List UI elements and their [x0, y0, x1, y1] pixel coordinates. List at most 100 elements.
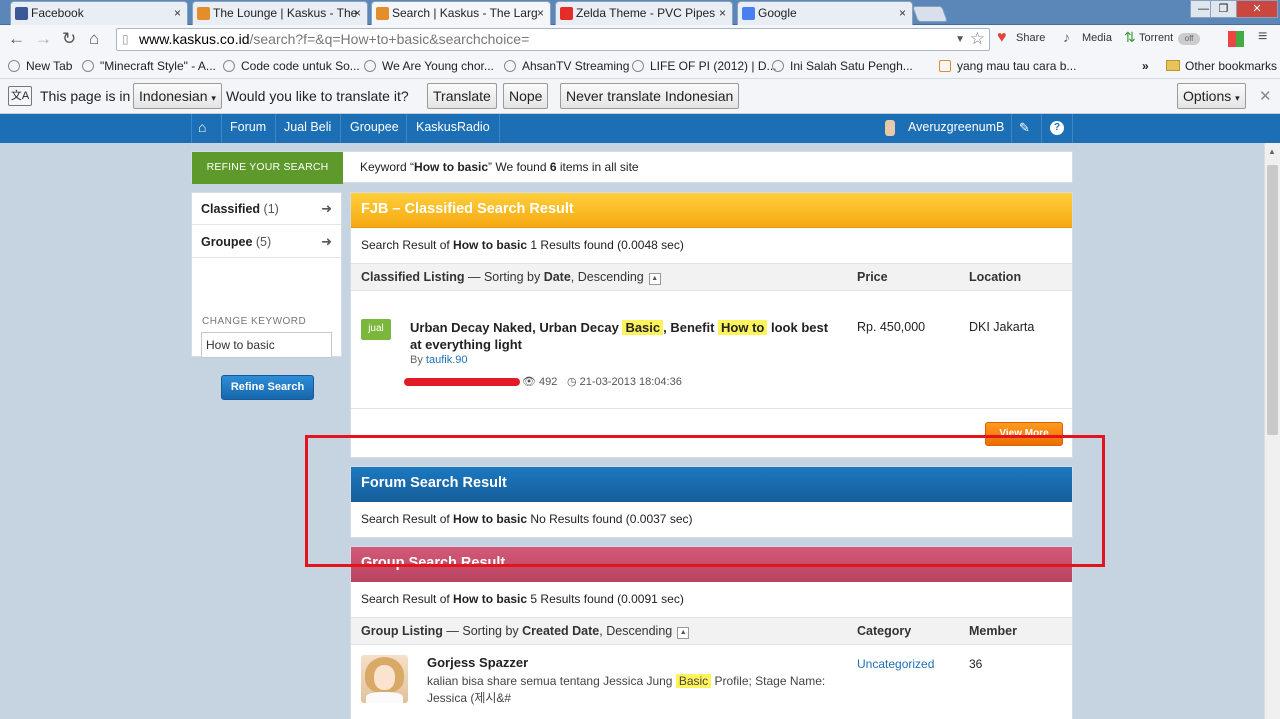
browser-toolbar: ← → ↻ ⌂ ▯ www.kaskus.co.id/search?f=&q=H…: [0, 25, 1280, 54]
maximize-button[interactable]: ❐: [1210, 0, 1237, 18]
group-item-description: kalian bisa share semua tentang Jessica …: [427, 674, 826, 705]
nav-forum[interactable]: Forum: [230, 120, 266, 134]
group-result-summary: Search Result of How to basic 5 Results …: [361, 592, 684, 606]
bookmark-item[interactable]: LIFE OF PI (2012) | D...: [632, 59, 777, 73]
bookmarks-overflow-button[interactable]: »: [1142, 59, 1149, 73]
clock-icon: ◷: [567, 376, 577, 388]
tab-title: Google: [758, 6, 797, 20]
torrent-button[interactable]: Torrent: [1139, 32, 1173, 44]
tab-the-lounge[interactable]: The Lounge | Kaskus - The ×: [192, 1, 368, 25]
view-more-button[interactable]: View More: [985, 422, 1063, 446]
tab-title: The Lounge | Kaskus - The: [213, 6, 358, 20]
close-icon[interactable]: ×: [537, 2, 544, 24]
item-author: By taufik.90: [410, 354, 468, 366]
torrent-icon[interactable]: ⇅: [1124, 29, 1136, 46]
keyword-input[interactable]: How to basic: [201, 332, 332, 358]
forum-result-summary: Search Result of How to basic No Results…: [361, 512, 693, 526]
group-panel: Group Search Result Search Result of How…: [350, 546, 1073, 719]
bookmark-item[interactable]: "Minecraft Style" - A...: [82, 59, 216, 73]
bookmark-item[interactable]: yang mau tau cara b...: [939, 59, 1076, 73]
col-location[interactable]: Location: [969, 264, 1021, 290]
url-path: /search?f=&q=How+to+basic&searchchoice=: [249, 31, 530, 47]
star-icon[interactable]: ☆: [970, 28, 985, 49]
chevron-down-icon: ▾: [1235, 93, 1240, 103]
tab-search[interactable]: Search | Kaskus - The Larg ×: [371, 1, 551, 26]
share-button[interactable]: Share: [1016, 32, 1045, 44]
bookmark-item[interactable]: We Are Young chor...: [364, 59, 494, 73]
forum-title: Forum Search Result: [351, 467, 1072, 502]
col-member[interactable]: Member: [969, 618, 1017, 644]
close-icon[interactable]: ×: [174, 2, 181, 24]
never-translate-button[interactable]: Never translate Indonesian: [560, 83, 740, 109]
group-item-category[interactable]: Uncategorized: [857, 657, 934, 671]
author-link[interactable]: taufik.90: [426, 354, 468, 366]
tab-title: Search | Kaskus - The Larg: [392, 6, 538, 20]
menu-icon[interactable]: ≡: [1258, 28, 1267, 46]
nav-groupee[interactable]: Groupee: [350, 120, 399, 134]
page-icon: [364, 60, 376, 72]
dropdown-icon[interactable]: ▼: [955, 29, 965, 50]
home-icon[interactable]: ⌂: [198, 119, 206, 135]
scroll-up-icon[interactable]: ▲: [1268, 147, 1276, 156]
back-icon[interactable]: ←: [8, 29, 25, 49]
scrollbar-thumb[interactable]: [1267, 165, 1278, 435]
bookmark-item[interactable]: Ini Salah Satu Pengh...: [772, 59, 913, 73]
home-icon[interactable]: ⌂: [89, 29, 99, 49]
tab-zelda[interactable]: Zelda Theme - PVC Pipes ×: [555, 1, 733, 25]
user-avatar[interactable]: [885, 120, 895, 136]
pencil-icon[interactable]: ✎: [1019, 120, 1030, 136]
close-window-button[interactable]: ✕: [1236, 0, 1278, 18]
close-icon[interactable]: ×: [719, 2, 726, 24]
filter-groupee[interactable]: Groupee (5) ➜: [192, 226, 341, 258]
fjb-result-summary: Search Result of How to basic 1 Results …: [361, 238, 684, 252]
page-icon: [82, 60, 94, 72]
sort-toggle-icon[interactable]: ▲: [677, 627, 690, 639]
page-icon: [504, 60, 516, 72]
bookmark-item[interactable]: Code code untuk So...: [223, 59, 360, 73]
nav-jual-beli[interactable]: Jual Beli: [284, 120, 331, 134]
classified-item-title[interactable]: Urban Decay Naked, Urban Decay Basic, Be…: [410, 319, 830, 353]
tab-google[interactable]: Google ×: [737, 1, 913, 25]
col-price[interactable]: Price: [857, 264, 888, 290]
refine-your-search-tab[interactable]: REFINE YOUR SEARCH: [192, 152, 343, 184]
bookmark-item[interactable]: AhsanTV Streaming: [504, 59, 629, 73]
page-scrollbar[interactable]: ▲: [1264, 143, 1280, 719]
language-select[interactable]: Indonesian ▾: [133, 83, 222, 109]
toggle-switch[interactable]: off: [1178, 33, 1200, 45]
translate-button[interactable]: Translate: [427, 83, 497, 109]
extension-icon[interactable]: [1228, 31, 1244, 47]
media-icon[interactable]: ♪: [1063, 29, 1070, 45]
close-icon[interactable]: ×: [899, 2, 906, 24]
refine-sidebar: Classified (1) ➜ Groupee (5) ➜ CHANGE KEYW…: [191, 192, 342, 400]
filter-classified[interactable]: Classified (1) ➜: [192, 193, 341, 225]
nav-kaskusradio[interactable]: KaskusRadio: [416, 120, 490, 134]
help-icon[interactable]: ?: [1050, 121, 1064, 135]
post-date: ◷ 21-03-2013 18:04:36: [567, 376, 682, 388]
keyword-summary: Keyword “How to basic” We found 6 items …: [360, 160, 639, 174]
forward-icon[interactable]: →: [35, 29, 52, 49]
folder-icon: [1166, 60, 1180, 71]
group-listing-header: Group Listing — Sorting by Created Date,…: [351, 617, 1072, 645]
other-bookmarks[interactable]: Other bookmarks: [1166, 59, 1277, 73]
close-icon[interactable]: ×: [354, 2, 361, 24]
options-button[interactable]: Options ▾: [1177, 83, 1246, 109]
bookmark-item[interactable]: New Tab: [8, 59, 72, 73]
reload-icon[interactable]: ↻: [62, 29, 76, 49]
translate-question: Would you like to translate it?: [226, 88, 409, 104]
group-avatar[interactable]: [361, 655, 408, 703]
close-icon[interactable]: ✕: [1259, 87, 1272, 105]
tab-facebook[interactable]: Facebook ×: [10, 1, 188, 25]
tab-title: Zelda Theme - PVC Pipes: [576, 6, 716, 20]
media-button[interactable]: Media: [1082, 32, 1112, 44]
sort-toggle-icon[interactable]: ▲: [648, 273, 661, 285]
heart-icon[interactable]: ♥: [997, 29, 1007, 47]
address-bar[interactable]: ▯ www.kaskus.co.id/search?f=&q=How+to+ba…: [116, 28, 990, 51]
kaskus-icon: [197, 7, 210, 20]
col-category[interactable]: Category: [857, 618, 911, 644]
refine-search-button[interactable]: Refine Search: [221, 375, 314, 400]
new-tab-button[interactable]: [912, 6, 948, 22]
nope-button[interactable]: Nope: [503, 83, 549, 109]
keyword-bar: REFINE YOUR SEARCH Keyword “How to basic…: [191, 151, 1073, 184]
group-item-title[interactable]: Gorjess Spazzer: [427, 655, 528, 670]
username[interactable]: AveruzgreenumB: [908, 120, 1004, 134]
